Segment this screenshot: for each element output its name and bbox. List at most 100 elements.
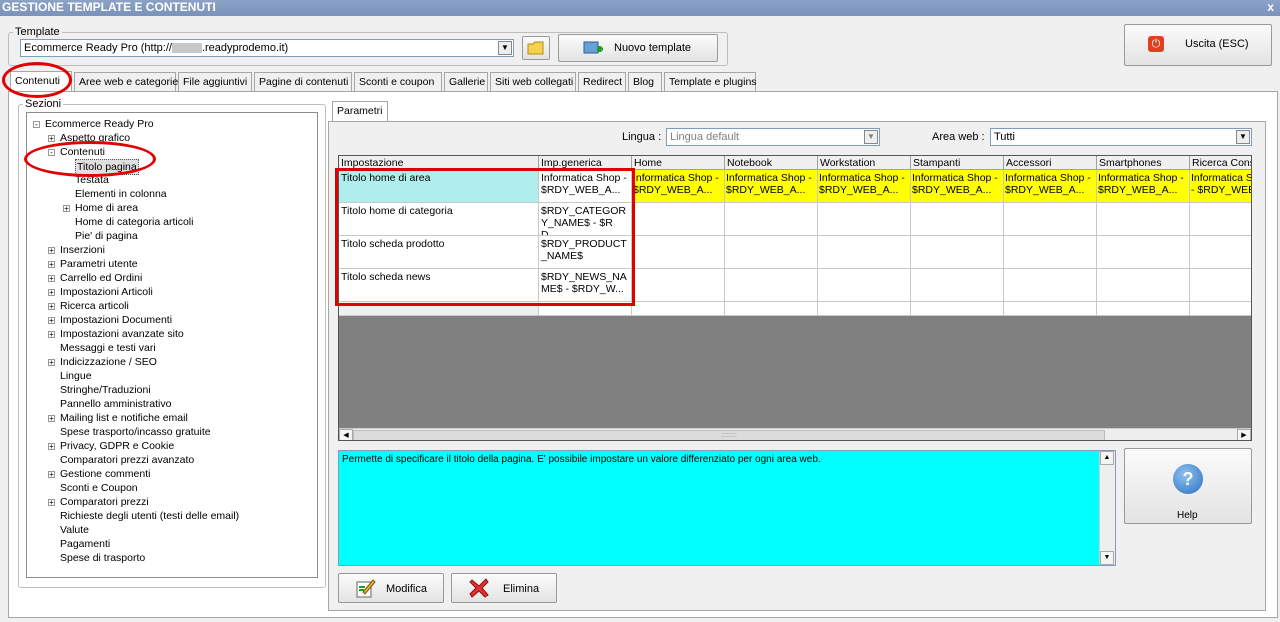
grid-cell[interactable]: Informatica Shop - $RDY_WEB_A...	[1097, 170, 1190, 203]
tree-item[interactable]: Messaggi e testi vari	[60, 341, 156, 355]
tree-item[interactable]: Inserzioni	[60, 243, 105, 257]
grid-cell[interactable]: Informatica Shop - $RDY_WEB_A...	[1004, 170, 1097, 203]
scroll-thumb[interactable]: ::::::::	[353, 430, 1105, 440]
tab-gallerie[interactable]: Gallerie	[444, 72, 488, 91]
chevron-down-icon[interactable]: ▼	[864, 130, 878, 144]
tree-item[interactable]: Home di categoria articoli	[75, 215, 193, 229]
collapse-icon[interactable]: -	[33, 121, 40, 129]
expand-icon[interactable]: +	[48, 499, 55, 507]
tab-file-aggiuntivi[interactable]: File aggiuntivi	[178, 72, 252, 91]
grid-cell[interactable]	[818, 203, 911, 236]
grid-cell[interactable]	[1097, 269, 1190, 302]
expand-icon[interactable]: +	[48, 247, 55, 255]
tab-blog[interactable]: Blog	[628, 72, 662, 91]
grid-cell[interactable]	[725, 236, 818, 269]
tree-item[interactable]: Impostazioni avanzate sito	[60, 327, 184, 341]
grid-cell[interactable]	[725, 203, 818, 236]
grid-header[interactable]: Notebook	[725, 156, 818, 170]
grid-cell[interactable]	[1190, 236, 1251, 269]
tree-item[interactable]: Indicizzazione / SEO	[60, 355, 157, 369]
grid-cell[interactable]	[911, 236, 1004, 269]
grid-cell[interactable]	[1097, 203, 1190, 236]
expand-icon[interactable]: +	[48, 275, 55, 283]
expand-icon[interactable]: +	[63, 205, 70, 213]
grid-cell[interactable]	[632, 269, 725, 302]
tree-item[interactable]: Ecommerce Ready Pro	[45, 117, 154, 131]
description-box[interactable]: Permette di specificare il titolo della …	[338, 450, 1116, 566]
scroll-left-icon[interactable]: ◀	[339, 429, 353, 440]
grid-cell[interactable]	[818, 236, 911, 269]
tab-template-plugins[interactable]: Template e plugins	[664, 72, 757, 91]
tab-redirect[interactable]: Redirect	[578, 72, 626, 91]
tree-item[interactable]: Sconti e Coupon	[60, 481, 138, 495]
scroll-up-icon[interactable]: ▲	[1100, 451, 1114, 465]
tree-item[interactable]: Pannello amministrativo	[60, 397, 171, 411]
close-icon[interactable]: x	[1267, 0, 1274, 15]
grid-header[interactable]: Workstation	[818, 156, 911, 170]
tree-item[interactable]: Comparatori prezzi	[60, 495, 149, 509]
grid-header[interactable]: Smartphones	[1097, 156, 1190, 170]
grid-cell[interactable]	[725, 269, 818, 302]
grid-header[interactable]: Ricerca Cons	[1190, 156, 1251, 170]
expand-icon[interactable]: +	[48, 303, 55, 311]
grid-cell[interactable]: Informatica S - $RDY_WEB	[1190, 170, 1251, 203]
expand-icon[interactable]: +	[48, 359, 55, 367]
tree-item[interactable]: Impostazioni Articoli	[60, 285, 153, 299]
tree-item[interactable]: Pagamenti	[60, 537, 110, 551]
grid-cell[interactable]	[911, 203, 1004, 236]
grid-cell[interactable]: Informatica Shop - $RDY_WEB_A...	[818, 170, 911, 203]
grid-new-row-cell[interactable]	[632, 302, 725, 316]
grid-cell[interactable]	[1190, 269, 1251, 302]
lingua-select[interactable]: Lingua default ▼	[666, 128, 880, 146]
grid-cell[interactable]	[632, 203, 725, 236]
expand-icon[interactable]: +	[48, 443, 55, 451]
tree-item[interactable]: Impostazioni Documenti	[60, 313, 172, 327]
expand-icon[interactable]: +	[48, 135, 55, 143]
grid-header[interactable]: Stampanti	[911, 156, 1004, 170]
tree-item[interactable]: Gestione commenti	[60, 467, 150, 481]
open-folder-button[interactable]	[522, 36, 550, 60]
grid-new-row-cell[interactable]	[1190, 302, 1251, 316]
vertical-scrollbar[interactable]: ▲ ▼	[1099, 451, 1115, 565]
expand-icon[interactable]: +	[48, 471, 55, 479]
tab-parametri[interactable]: Parametri	[332, 101, 388, 122]
expand-icon[interactable]: +	[48, 331, 55, 339]
tree-item[interactable]: Richieste degli utenti (testi delle emai…	[60, 509, 239, 523]
scroll-right-icon[interactable]: ▶	[1237, 429, 1251, 440]
expand-icon[interactable]: +	[48, 261, 55, 269]
tab-pagine-contenuti[interactable]: Pagine di contenuti	[254, 72, 352, 91]
area-web-select[interactable]: Tutti ▼	[990, 128, 1252, 146]
tree-item[interactable]: Mailing list e notifiche email	[60, 411, 188, 425]
tab-siti-collegati[interactable]: Siti web collegati	[490, 72, 576, 91]
grid-cell[interactable]: Informatica Shop - $RDY_WEB_A...	[632, 170, 725, 203]
grid-cell[interactable]: Informatica Shop - $RDY_WEB_A...	[725, 170, 818, 203]
grid-new-row-cell[interactable]	[725, 302, 818, 316]
grid-cell[interactable]	[1004, 269, 1097, 302]
grid-cell[interactable]	[1004, 203, 1097, 236]
grid-new-row-cell[interactable]	[1097, 302, 1190, 316]
grid-new-row-cell[interactable]	[1004, 302, 1097, 316]
tree-item[interactable]: Home di area	[75, 201, 138, 215]
sections-tree[interactable]: - Ecommerce Ready Pro + Aspetto grafico - Con…	[26, 112, 318, 578]
tree-item[interactable]: Spese trasporto/incasso gratuite	[60, 425, 211, 439]
help-button[interactable]: ? Help	[1124, 448, 1252, 524]
tree-item[interactable]: Lingue	[60, 369, 92, 383]
grid-cell[interactable]	[818, 269, 911, 302]
tree-item[interactable]: Privacy, GDPR e Cookie	[60, 439, 174, 453]
tree-item[interactable]: Carrello ed Ordini	[60, 271, 142, 285]
grid-header[interactable]: Accessori	[1004, 156, 1097, 170]
grid-new-row-cell[interactable]	[818, 302, 911, 316]
grid-new-row-cell[interactable]	[911, 302, 1004, 316]
tab-sconti-coupon[interactable]: Sconti e coupon	[354, 72, 442, 91]
tree-item[interactable]: Ricerca articoli	[60, 299, 129, 313]
expand-icon[interactable]: +	[48, 289, 55, 297]
tree-item[interactable]: Valute	[60, 523, 89, 537]
edit-button[interactable]: Modifica	[338, 573, 444, 603]
chevron-down-icon[interactable]: ▼	[1236, 130, 1250, 144]
grid-cell[interactable]: Informatica Shop - $RDY_WEB_A...	[911, 170, 1004, 203]
grid-cell[interactable]	[1004, 236, 1097, 269]
tree-item[interactable]: Stringhe/Traduzioni	[60, 383, 151, 397]
template-select[interactable]: Ecommerce Ready Pro (http:// .readyprodem…	[20, 39, 514, 57]
delete-button[interactable]: Elimina	[451, 573, 557, 603]
tree-item[interactable]: Parametri utente	[60, 257, 138, 271]
